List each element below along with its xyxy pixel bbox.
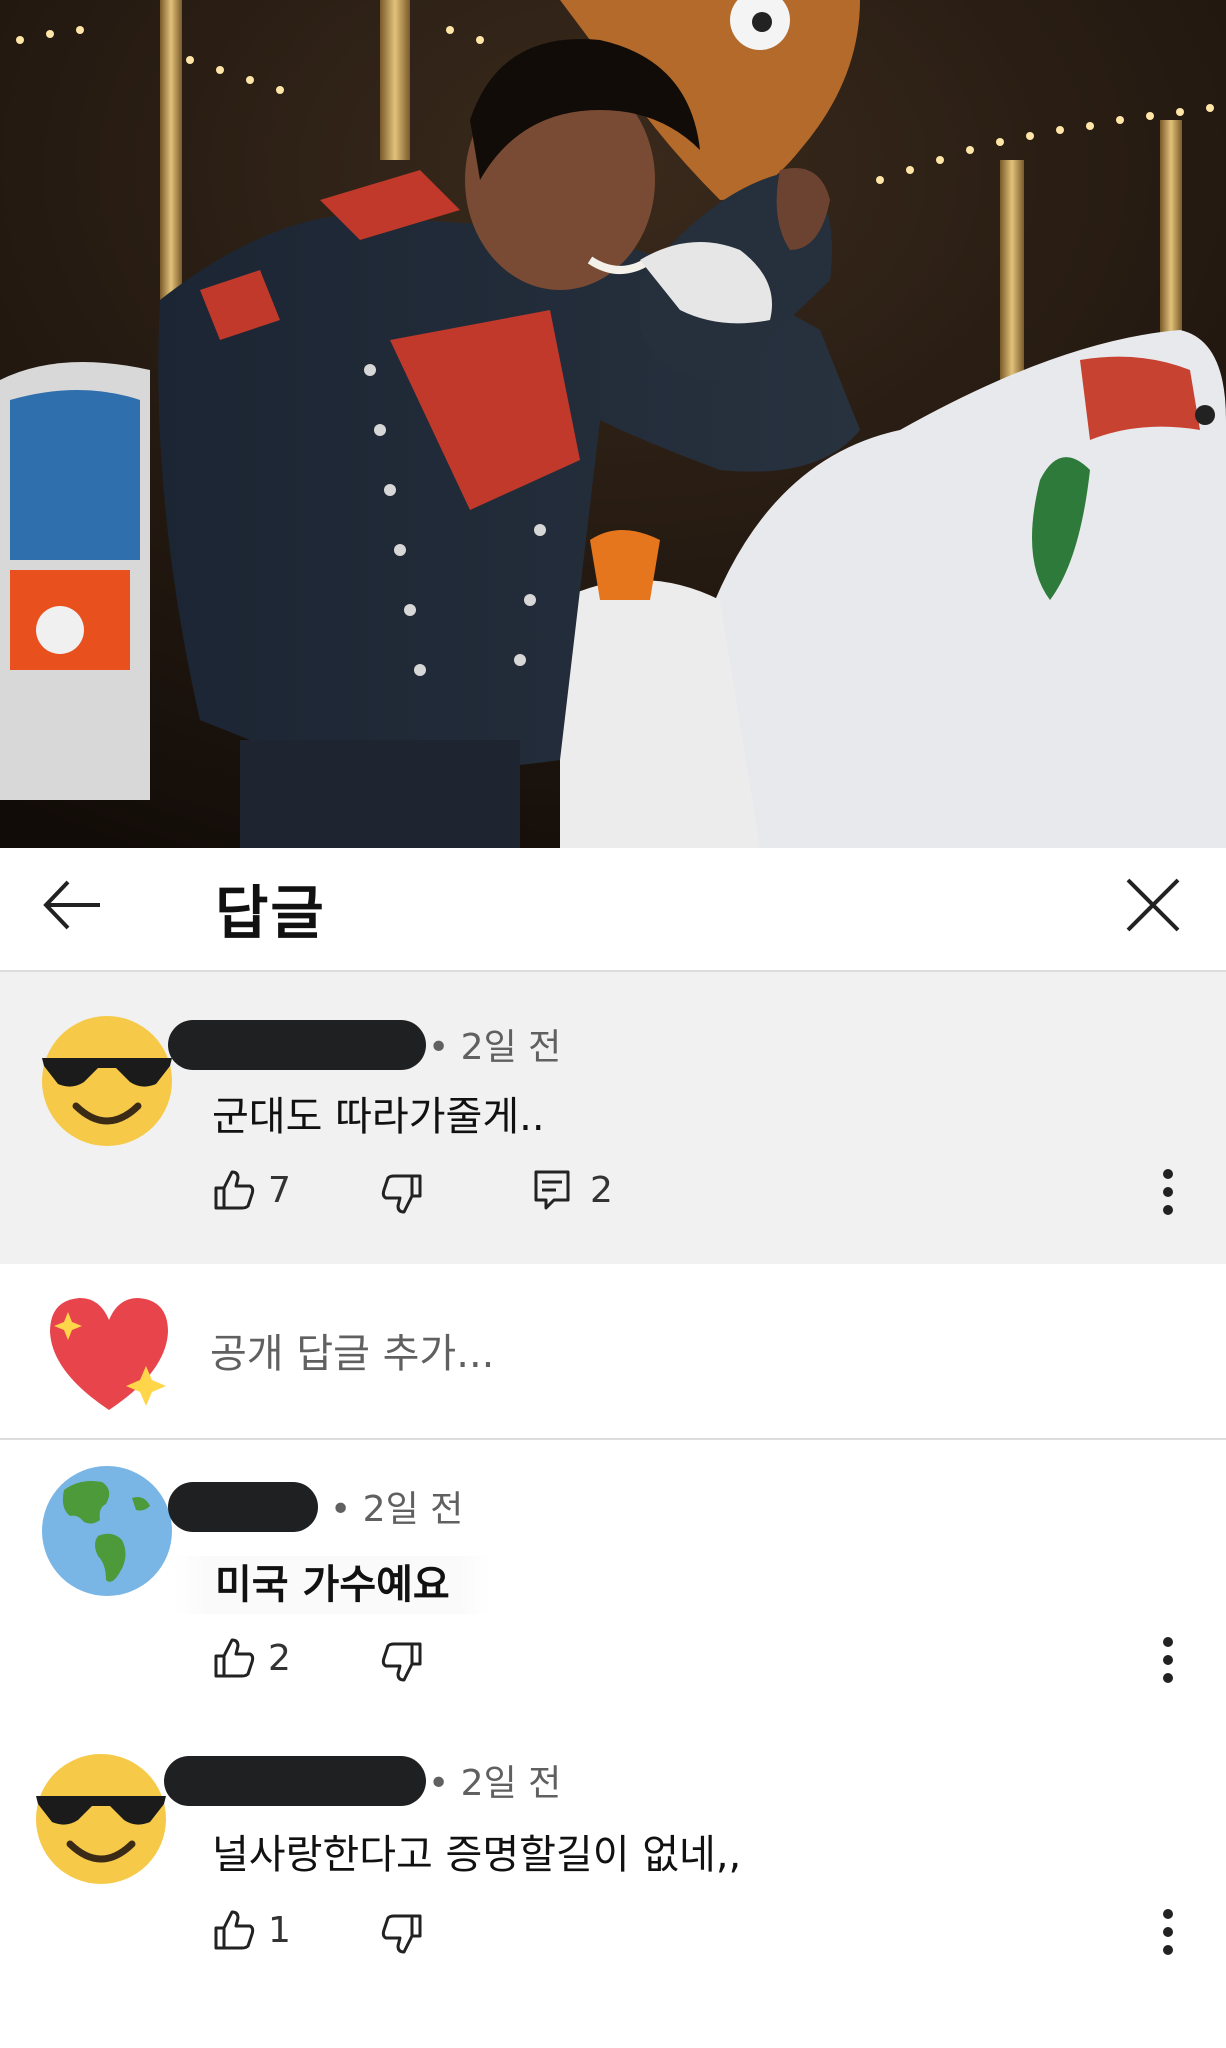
username-redacted[interactable] [168,1020,426,1070]
thumb-down-icon [381,1174,422,1214]
like-count: 7 [268,1169,291,1211]
parent-comment: • 2일 전 군대도 따라가줄게.. 7 2 [0,972,1226,1264]
reply-input[interactable] [210,1324,1110,1384]
reply-input-row [0,1266,1226,1440]
timestamp: • 2일 전 [428,1027,562,1068]
page-title: 답글 [215,879,326,947]
thumb-down-icon [381,1642,422,1682]
comment-text: 미국 가수예요 [175,1552,490,1614]
arrow-left-icon [43,880,100,930]
post-photo [0,0,1226,848]
like-button[interactable]: 1 [212,1908,291,1952]
thumb-up-icon [214,1170,255,1210]
reply-button[interactable]: 2 [532,1168,613,1212]
reply-icon [534,1170,570,1210]
comment-text-value: 미국 가수예요 [175,1556,490,1614]
reply-comment: • 2일 전 널사랑한다고 증명할길이 없네,, 1 [0,1712,1226,2048]
thumb-up-icon [214,1910,255,1950]
username-redacted[interactable] [164,1756,426,1806]
avatar [50,1298,168,1410]
more-vert-icon[interactable] [1148,1162,1188,1222]
username-redacted[interactable] [168,1482,318,1532]
like-count: 2 [268,1637,291,1679]
reply-comment: • 2일 전 미국 가수예요 2 [0,1440,1226,1710]
replies-header: 답글 [0,848,1226,972]
dislike-button[interactable] [380,1912,424,1956]
close-button[interactable] [1118,870,1188,940]
back-button[interactable] [38,870,108,940]
avatar[interactable] [40,1014,174,1148]
comment-text: 군대도 따라가줄게.. [212,1094,545,1140]
like-button[interactable]: 7 [212,1168,291,1212]
close-icon [1126,878,1180,932]
reply-count: 2 [590,1169,613,1211]
comment-text: 널사랑한다고 증명할길이 없네,, [212,1832,742,1878]
thumb-up-icon [214,1638,255,1678]
dislike-button[interactable] [380,1640,424,1684]
timestamp: • 2일 전 [330,1489,464,1530]
timestamp: • 2일 전 [428,1763,562,1804]
dislike-button[interactable] [380,1172,424,1216]
more-vert-icon[interactable] [1148,1902,1188,1962]
like-count: 1 [268,1909,291,1951]
avatar[interactable] [40,1464,174,1598]
avatar[interactable] [34,1752,168,1886]
thumb-down-icon [381,1914,422,1954]
more-vert-icon[interactable] [1148,1630,1188,1690]
like-button[interactable]: 2 [212,1636,291,1680]
